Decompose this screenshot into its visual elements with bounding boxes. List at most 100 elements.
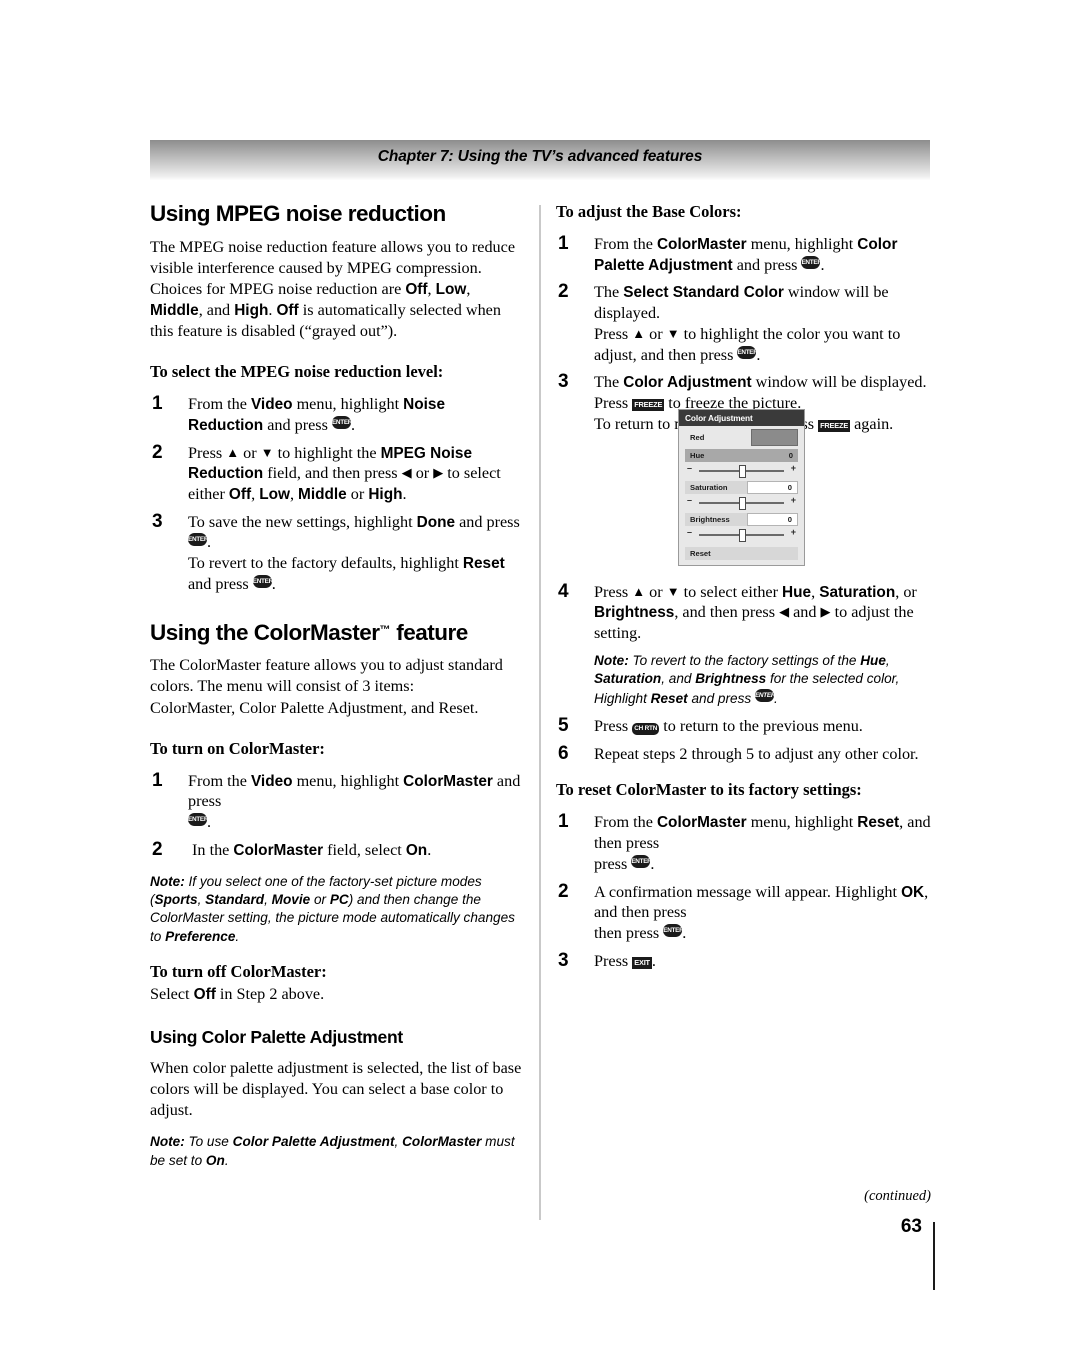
arrow-right-icon: ▶ (820, 604, 831, 620)
arrow-down-icon: ▼ (666, 583, 680, 599)
slider-knob[interactable] (738, 465, 746, 478)
document-page: Chapter 7: Using the TV’s advanced featu… (0, 0, 1080, 1349)
paragraph-colormaster-intro: The ColorMaster feature allows you to ad… (150, 656, 503, 717)
step-item: 2 The Select Standard Color window will … (558, 281, 901, 364)
enter-key-icon: ENTER (631, 854, 651, 868)
osd-hue-slider[interactable]: – + (687, 463, 796, 478)
heading-select-mpeg-level: To select the MPEG noise reduction level… (150, 362, 444, 382)
heading-colormaster-feature: Using the ColorMaster™ feature (150, 619, 468, 645)
heading-reset-colormaster: To reset ColorMaster to its factory sett… (556, 780, 862, 800)
step-item: 1 From the Video menu, highlight Noise R… (152, 393, 446, 434)
step-item: 5 Press CH RTN to return to the previous… (556, 715, 934, 737)
step-number: 4 (558, 580, 569, 602)
step-item: 2 In the ColorMaster field, select On. (150, 838, 522, 861)
right-column: To adjust the Base Colors: 1 From the Co… (556, 202, 934, 978)
osd-reset-button[interactable]: Reset (685, 547, 798, 560)
left-column: Using MPEG noise reduction The MPEG nois… (150, 201, 522, 1180)
chapter-title: Chapter 7: Using the TV’s advanced featu… (377, 148, 703, 165)
minus-icon: – (687, 463, 693, 473)
step-number: 1 (152, 769, 163, 791)
note-picture-mode: Note: If you select one of the factory-s… (150, 873, 515, 944)
step-item: 2 A confirmation message will appear. Hi… (558, 880, 929, 942)
step-item: 4 Press ▲ or ▼ to select either Hue, Sat… (556, 580, 934, 708)
minus-icon: – (687, 527, 693, 537)
steps-select-mpeg-level: 1 From the Video menu, highlight Noise R… (150, 393, 522, 595)
note-label: Note: (150, 1134, 185, 1150)
slider-knob[interactable] (738, 497, 746, 510)
steps-adjust-base-colors-cont: 4 Press ▲ or ▼ to select either Hue, Sat… (556, 580, 934, 765)
menu-item-noise-reduction: Noise Reduction (188, 396, 446, 434)
trademark-symbol: ™ (379, 623, 391, 636)
osd-brightness-slider[interactable]: – + (687, 527, 796, 542)
button-ok: OK (901, 883, 925, 901)
note-revert-factory-settings: Note: To revert to the factory settings … (594, 652, 900, 706)
enter-key-icon: ENTER (663, 923, 683, 937)
osd-saturation-slider[interactable]: – + (687, 495, 796, 510)
heading-turn-on-colormaster: To turn on ColorMaster: (150, 738, 325, 758)
osd-row-saturation[interactable]: Saturation 0 (685, 481, 798, 494)
step-number: 1 (558, 811, 569, 833)
heading-turn-off-colormaster: To turn off ColorMaster: (150, 961, 327, 981)
steps-reset-colormaster: 1 From the ColorMaster menu, highlight R… (556, 811, 934, 972)
menu-item-reset: Reset (857, 814, 900, 832)
step-item: 2 Press ▲ or ▼ to highlight the MPEG Noi… (152, 441, 501, 503)
plus-icon: + (790, 495, 796, 505)
note-label: Note: (594, 652, 629, 668)
freeze-key-icon: FREEZE (818, 419, 851, 432)
step-number: 2 (152, 838, 163, 860)
osd-color-adjustment-window: Color Adjustment Red Hue 0 – + Saturatio… (678, 409, 805, 566)
osd-row-color: Red (685, 429, 798, 446)
ch-rtn-key-icon: CH RTN (632, 722, 660, 735)
arrow-down-icon: ▼ (666, 325, 680, 341)
menu-name-colormaster: ColorMaster (656, 236, 747, 253)
step-item: 1 From the Video menu, highlight ColorMa… (152, 769, 521, 832)
slider-knob[interactable] (738, 529, 746, 542)
heading-adjust-base-colors: To adjust the Base Colors: (556, 202, 742, 221)
note-color-palette-requirement: Note: To use Color Palette Adjustment, C… (150, 1134, 515, 1168)
enter-key-icon: ENTER (801, 255, 821, 269)
arrow-left-icon: ◀ (401, 465, 412, 481)
setting-brightness: Brightness (594, 604, 675, 622)
step-number: 3 (558, 371, 569, 393)
osd-title: Color Adjustment (679, 410, 804, 426)
step-item: 1 From the ColorMaster menu, highlight R… (558, 811, 931, 873)
step-number: 1 (152, 393, 163, 415)
enter-key-icon: ENTER (754, 688, 774, 702)
step-number: 2 (558, 880, 569, 902)
window-color-adjustment: Color Adjustment (623, 374, 752, 392)
button-done: Done (416, 513, 456, 531)
osd-hue-value: 0 (749, 449, 798, 462)
menu-item-colormaster: ColorMaster (403, 772, 493, 790)
arrow-up-icon: ▲ (632, 583, 646, 599)
value-on: On (405, 841, 428, 859)
arrow-left-icon: ◀ (779, 604, 790, 620)
arrow-up-icon: ▲ (226, 444, 240, 460)
steps-adjust-base-colors: 1 From the ColorMaster menu, highlight C… (556, 233, 934, 435)
window-select-standard-color: Select Standard Color (623, 284, 784, 302)
page-edge-rule (933, 1222, 935, 1290)
value-off: Off (193, 985, 216, 1003)
enter-key-icon: ENTER (188, 813, 207, 827)
heading-color-palette-adjustment: Using Color Palette Adjustment (150, 1026, 403, 1047)
continued-label: (continued) (864, 1188, 931, 1204)
heading-mpeg-noise-reduction: Using MPEG noise reduction (150, 201, 446, 226)
button-reset: Reset (462, 555, 505, 573)
minus-icon: – (687, 495, 693, 505)
setting-hue: Hue (782, 583, 812, 601)
osd-brightness-label: Brightness (690, 515, 730, 524)
osd-row-brightness[interactable]: Brightness 0 (685, 513, 798, 526)
step-number: 6 (558, 742, 569, 764)
paragraph-mpeg-intro: The MPEG noise reduction feature allows … (150, 237, 516, 340)
step-item: 3 Press EXIT. (556, 950, 934, 972)
inline-bold-off: Off (276, 301, 299, 319)
osd-color-label: Red (690, 433, 705, 442)
note-label: Note: (150, 873, 185, 889)
step-number: 3 (152, 510, 163, 532)
menu-name-colormaster: ColorMaster (656, 814, 747, 832)
freeze-key-icon: FREEZE (632, 399, 665, 412)
arrow-up-icon: ▲ (632, 325, 646, 341)
chapter-header-bar: Chapter 7: Using the TV’s advanced featu… (150, 140, 930, 180)
step-number: 2 (558, 281, 569, 303)
paragraph-color-palette-intro: When color palette adjustment is selecte… (150, 1058, 522, 1120)
osd-row-hue[interactable]: Hue 0 (685, 449, 798, 462)
